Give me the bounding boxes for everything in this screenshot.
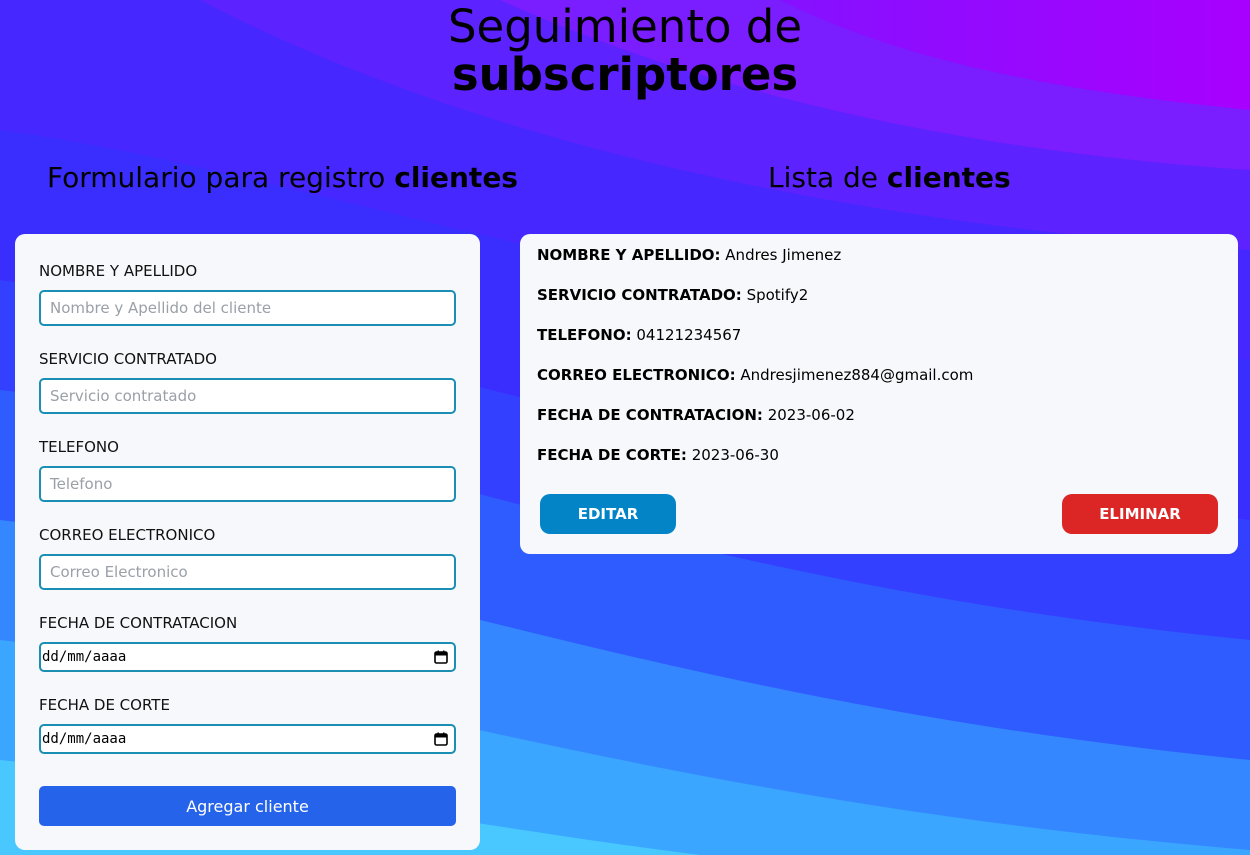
list-heading: Lista de clientes xyxy=(768,160,1011,196)
service-label: SERVICIO CONTRATADO xyxy=(39,350,217,368)
client-contract-date-key: FECHA DE CONTRATACION: xyxy=(537,406,763,424)
client-service-value: Spotify2 xyxy=(746,286,809,304)
delete-button[interactable]: ELIMINAR xyxy=(1062,494,1218,534)
form-heading-bold: clientes xyxy=(394,161,518,194)
client-phone-key: TELEFONO: xyxy=(537,326,632,344)
form-heading: Formulario para registro clientes xyxy=(47,160,518,196)
email-label: CORREO ELECTRONICO xyxy=(39,526,216,544)
contract-date-format: dd/mm/aaaa xyxy=(42,649,127,665)
client-email-value: Andresjimenez884@gmail.com xyxy=(740,366,974,384)
client-cut-date-row: FECHA DE CORTE: 2023-06-30 xyxy=(537,445,779,465)
email-input[interactable] xyxy=(39,554,456,590)
client-cut-date-key: FECHA DE CORTE: xyxy=(537,446,687,464)
client-phone-row: TELEFONO: 04121234567 xyxy=(537,325,741,345)
client-email-key: CORREO ELECTRONICO: xyxy=(537,366,736,384)
client-service-row: SERVICIO CONTRATADO: Spotify2 xyxy=(537,285,808,305)
page-title-line2: subscriptores xyxy=(451,48,799,101)
cut-date-input[interactable]: dd/mm/aaaa xyxy=(39,724,456,754)
form-heading-normal: Formulario para registro xyxy=(47,161,386,194)
client-email-row: CORREO ELECTRONICO: Andresjimenez884@gma… xyxy=(537,365,973,385)
service-input[interactable] xyxy=(39,378,456,414)
client-registration-form: NOMBRE Y APELLIDO SERVICIO CONTRATADO TE… xyxy=(15,234,480,850)
phone-input[interactable] xyxy=(39,466,456,502)
phone-label: TELEFONO xyxy=(39,438,119,456)
client-cut-date-value: 2023-06-30 xyxy=(691,446,779,464)
client-contract-date-row: FECHA DE CONTRATACION: 2023-06-02 xyxy=(537,405,855,425)
cut-date-format: dd/mm/aaaa xyxy=(42,731,127,747)
edit-button[interactable]: EDITAR xyxy=(540,494,676,534)
client-phone-value: 04121234567 xyxy=(636,326,742,344)
calendar-icon[interactable] xyxy=(434,732,448,746)
add-client-button[interactable]: Agregar cliente xyxy=(39,786,456,826)
client-name-key: NOMBRE Y APELLIDO: xyxy=(537,246,721,264)
client-name-value: Andres Jimenez xyxy=(725,246,842,264)
client-service-key: SERVICIO CONTRATADO: xyxy=(537,286,742,304)
contract-date-input[interactable]: dd/mm/aaaa xyxy=(39,642,456,672)
list-heading-bold: clientes xyxy=(886,161,1011,194)
client-card: NOMBRE Y APELLIDO: Andres Jimenez SERVIC… xyxy=(520,234,1238,554)
contract-date-label: FECHA DE CONTRATACION xyxy=(39,614,238,632)
list-heading-normal: Lista de xyxy=(768,161,879,194)
client-contract-date-value: 2023-06-02 xyxy=(767,406,855,424)
name-input[interactable] xyxy=(39,290,456,326)
cut-date-label: FECHA DE CORTE xyxy=(39,696,170,714)
name-label: NOMBRE Y APELLIDO xyxy=(39,262,198,280)
page-title-line1: Seguimiento de xyxy=(447,0,803,53)
client-name-row: NOMBRE Y APELLIDO: Andres Jimenez xyxy=(537,245,841,265)
calendar-icon[interactable] xyxy=(434,650,448,664)
